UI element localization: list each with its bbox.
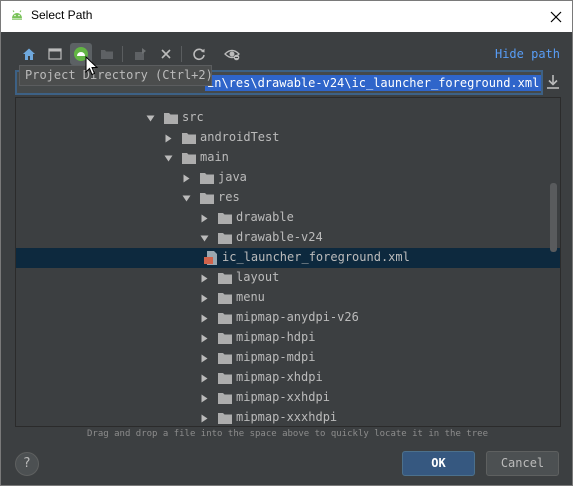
title-bar: Select Path	[1, 1, 572, 32]
collapsed-arrow-icon[interactable]	[182, 174, 191, 183]
close-button[interactable]	[540, 1, 572, 32]
folder-icon	[218, 273, 232, 284]
refresh-button[interactable]	[188, 43, 210, 65]
toolbar-separator	[122, 46, 123, 62]
folder-icon	[218, 373, 232, 384]
tree-row[interactable]: src	[16, 108, 560, 128]
expanded-arrow-icon[interactable]	[182, 194, 191, 203]
tree-item-label: mipmap-mdpi	[236, 350, 316, 364]
folder-icon	[218, 293, 232, 304]
tree-item-label: java	[218, 170, 247, 184]
window-title: Select Path	[31, 8, 93, 22]
tree-item-label: res	[218, 190, 240, 204]
tree-row[interactable]: java	[16, 168, 560, 188]
tree-row[interactable]: mipmap-mdpi	[16, 348, 560, 368]
tree-item-label: menu	[236, 290, 265, 304]
expanded-arrow-icon[interactable]	[146, 114, 155, 123]
download-icon[interactable]	[546, 74, 560, 90]
folder-icon	[182, 133, 196, 144]
tree-row[interactable]: mipmap-anydpi-v26	[16, 308, 560, 328]
folder-icon	[218, 213, 232, 224]
refresh-icon	[193, 48, 205, 61]
collapsed-arrow-icon[interactable]	[200, 314, 209, 323]
tree-item-label: mipmap-xxxhdpi	[236, 410, 338, 424]
show-hidden-icon	[224, 49, 240, 61]
tree-item-label: mipmap-xhdpi	[236, 370, 323, 384]
tree-item-label: layout	[236, 270, 280, 284]
delete-button[interactable]	[155, 43, 177, 65]
desktop-icon	[48, 48, 62, 60]
folder-icon	[218, 353, 232, 364]
new-folder-icon	[101, 50, 113, 59]
collapsed-arrow-icon[interactable]	[200, 374, 209, 383]
tree-item-label: mipmap-hdpi	[236, 330, 316, 344]
tree-row[interactable]: menu	[16, 288, 560, 308]
collapsed-arrow-icon[interactable]	[200, 354, 209, 363]
folder-icon	[218, 393, 232, 404]
tree-item-label: src	[182, 110, 204, 124]
tree-item-label: main	[200, 150, 229, 164]
tree-row[interactable]: androidTest	[16, 128, 560, 148]
file-tree[interactable]: src androidTest main java res drawable drawabl…	[15, 97, 561, 427]
tree-scrollbar[interactable]	[550, 183, 557, 252]
folder-icon	[218, 413, 232, 424]
tree-row[interactable]: mipmap-xxxhdpi	[16, 408, 560, 426]
android-icon	[12, 10, 22, 20]
collapsed-arrow-icon[interactable]	[200, 394, 209, 403]
delete-icon	[161, 49, 171, 59]
collapsed-arrow-icon[interactable]	[200, 294, 209, 303]
close-icon	[550, 11, 562, 22]
select-path-dialog: Select Path Hide path in\res\drawable-v2…	[0, 0, 573, 486]
ok-button[interactable]: OK	[402, 451, 475, 476]
tree-item-label: mipmap-xxhdpi	[236, 390, 330, 404]
tree-row[interactable]: drawable-v24	[16, 228, 560, 248]
tooltip: Project Directory (Ctrl+2)	[19, 65, 213, 86]
folder-icon	[218, 313, 232, 324]
collapsed-arrow-icon[interactable]	[200, 334, 209, 343]
tree-row[interactable]: main	[16, 148, 560, 168]
tree-row[interactable]: mipmap-xhdpi	[16, 368, 560, 388]
folder-icon	[218, 333, 232, 344]
folder-icon	[182, 153, 196, 164]
folder-icon	[200, 193, 214, 204]
cancel-button[interactable]: Cancel	[486, 451, 559, 476]
tree-row[interactable]: mipmap-xxhdpi	[16, 388, 560, 408]
tree-row[interactable]: res	[16, 188, 560, 208]
home-button[interactable]	[18, 43, 40, 65]
mouse-cursor-icon	[85, 56, 98, 76]
folder-icon	[218, 233, 232, 244]
toolbar-separator	[181, 46, 182, 62]
collapsed-arrow-icon[interactable]	[200, 274, 209, 283]
expanded-arrow-icon[interactable]	[164, 154, 173, 163]
folder-icon	[200, 173, 214, 184]
help-button[interactable]: ?	[15, 452, 39, 476]
collapsed-arrow-icon[interactable]	[200, 414, 209, 423]
tree-item-label: drawable-v24	[236, 230, 323, 244]
tree-item-label: drawable	[236, 210, 294, 224]
show-hidden-button[interactable]	[221, 43, 243, 65]
hide-path-link[interactable]: Hide path	[495, 47, 560, 61]
expanded-arrow-icon[interactable]	[200, 234, 209, 243]
move-icon	[135, 48, 146, 60]
tree-row-selected[interactable]: ic_launcher_foreground.xml	[16, 248, 560, 268]
tree-row[interactable]: layout	[16, 268, 560, 288]
tree-item-label: ic_launcher_foreground.xml	[222, 250, 410, 264]
collapsed-arrow-icon[interactable]	[164, 134, 173, 143]
folder-icon	[164, 113, 178, 124]
move-button[interactable]	[130, 43, 152, 65]
new-folder-button[interactable]	[96, 43, 118, 65]
path-input-value: in\res\drawable-v24\ic_launcher_foregrou…	[205, 75, 541, 91]
tree-item-label: mipmap-anydpi-v26	[236, 310, 359, 324]
tree-row[interactable]: drawable	[16, 208, 560, 228]
xml-file-icon	[204, 251, 217, 265]
drag-drop-hint: Drag and drop a file into the space abov…	[87, 429, 488, 439]
desktop-button[interactable]	[44, 43, 66, 65]
collapsed-arrow-icon[interactable]	[200, 214, 209, 223]
tree-row[interactable]: mipmap-hdpi	[16, 328, 560, 348]
home-icon	[23, 48, 35, 60]
tree-item-label: androidTest	[200, 130, 280, 144]
